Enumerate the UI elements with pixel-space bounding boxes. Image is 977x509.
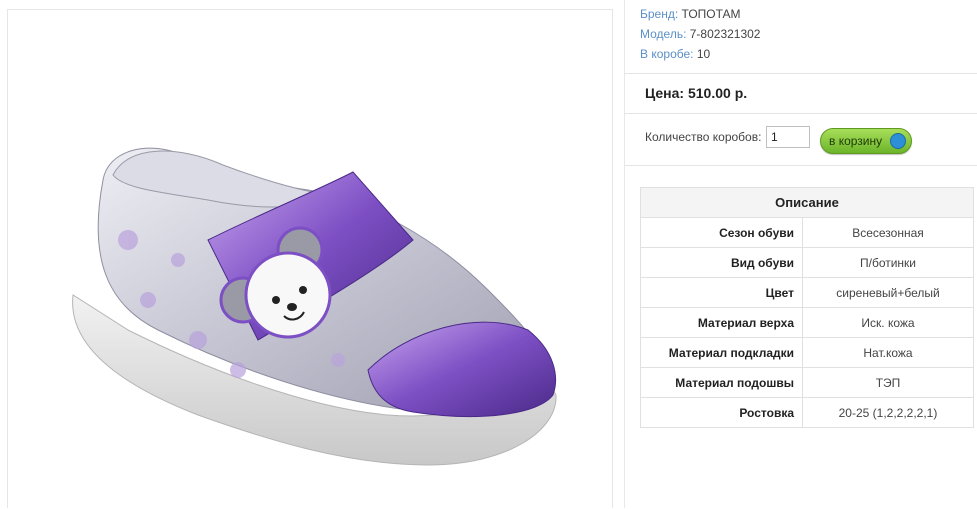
table-row: Материал подкладки Нат.кожа bbox=[640, 337, 974, 368]
divider bbox=[625, 73, 977, 74]
specs-table: Описание Сезон обуви Всесезонная Вид обу… bbox=[640, 187, 974, 428]
shoe-photo bbox=[72, 147, 557, 466]
add-to-cart-button[interactable]: в корзину bbox=[820, 128, 912, 154]
brand-label: Бренд: bbox=[640, 7, 679, 21]
brand-row: Бренд: ТОПОТАМ bbox=[640, 4, 760, 24]
spec-label: Материал верха bbox=[640, 307, 803, 338]
spec-value: Всесезонная bbox=[802, 217, 974, 248]
model-label: Модель: bbox=[640, 27, 687, 41]
divider bbox=[625, 113, 977, 114]
spec-label: Цвет bbox=[640, 277, 803, 308]
box-label: В коробе: bbox=[640, 47, 694, 61]
table-row: Материал верха Иск. кожа bbox=[640, 307, 974, 338]
table-row: Сезон обуви Всесезонная bbox=[640, 217, 974, 248]
quantity-input[interactable] bbox=[766, 126, 810, 148]
table-row: Ростовка 20-25 (1,2,2,2,2,1) bbox=[640, 397, 974, 428]
spec-label: Ростовка bbox=[640, 397, 803, 428]
specs-header: Описание bbox=[640, 187, 974, 218]
quantity-label: Количество коробов: bbox=[645, 130, 762, 144]
table-row: Материал подошвы ТЭП bbox=[640, 367, 974, 398]
spec-value: сиреневый+белый bbox=[802, 277, 974, 308]
model-row: Модель: 7-802321302 bbox=[640, 24, 760, 44]
spec-value: 20-25 (1,2,2,2,2,1) bbox=[802, 397, 974, 428]
spec-label: Сезон обуви bbox=[640, 217, 803, 248]
table-row: Вид обуви П/ботинки bbox=[640, 247, 974, 278]
spec-label: Материал подкладки bbox=[640, 337, 803, 368]
spec-label: Материал подошвы bbox=[640, 367, 803, 398]
brand-value: ТОПОТАМ bbox=[681, 7, 741, 21]
price: Цена: 510.00 р. bbox=[645, 85, 748, 101]
cart-button-label: в корзину bbox=[829, 134, 883, 148]
divider bbox=[625, 165, 977, 166]
specs-header-row: Описание bbox=[640, 187, 974, 218]
spec-value: П/ботинки bbox=[802, 247, 974, 278]
box-row: В коробе: 10 bbox=[640, 44, 760, 64]
spec-value: ТЭП bbox=[802, 367, 974, 398]
column-divider bbox=[624, 0, 625, 508]
spec-value: Иск. кожа bbox=[802, 307, 974, 338]
box-value: 10 bbox=[696, 47, 711, 61]
model-value: 7-802321302 bbox=[689, 27, 761, 41]
spec-value: Нат.кожа bbox=[802, 337, 974, 368]
product-image[interactable] bbox=[7, 9, 613, 508]
table-row: Цвет сиреневый+белый bbox=[640, 277, 974, 308]
cart-icon bbox=[890, 133, 906, 149]
product-info: Бренд: ТОПОТАМ Модель: 7-802321302 В кор… bbox=[640, 4, 760, 64]
spec-label: Вид обуви bbox=[640, 247, 803, 278]
